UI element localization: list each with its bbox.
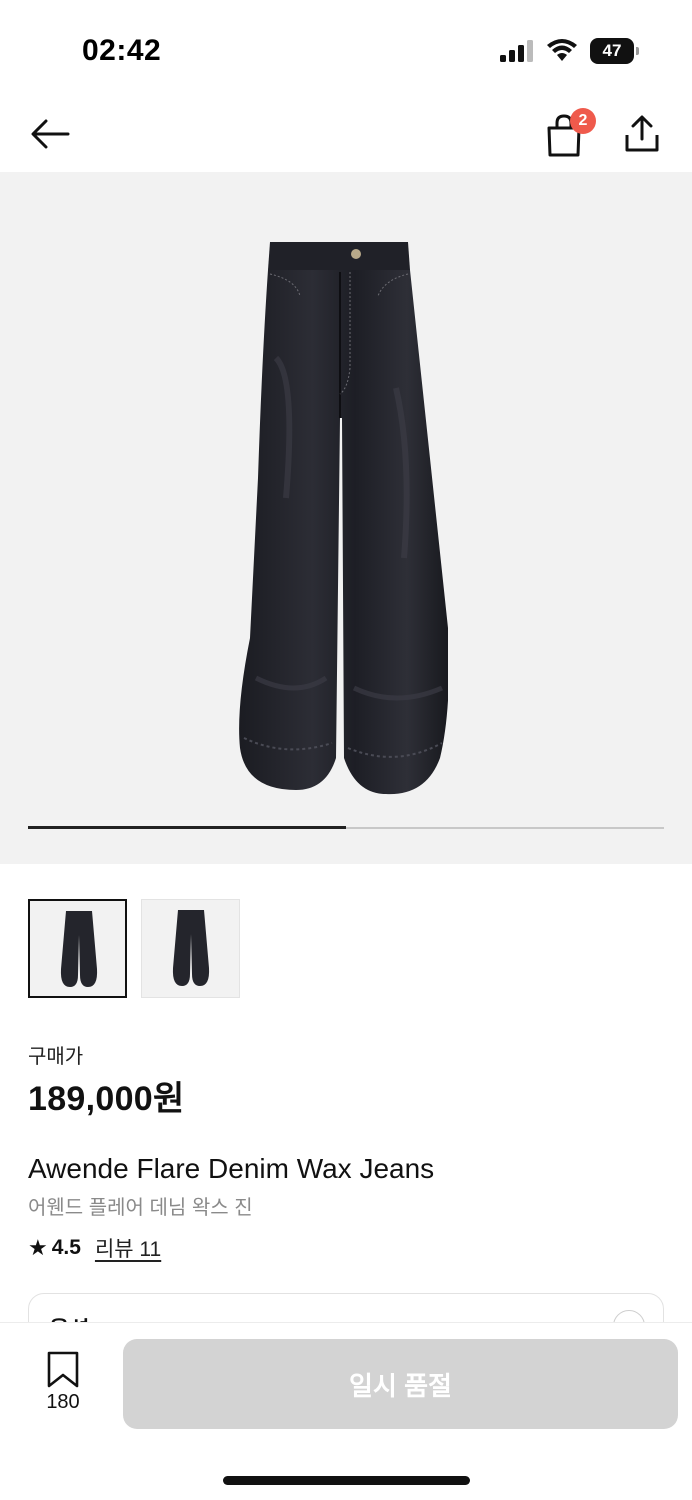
product-name: Awende Flare Denim Wax Jeans (28, 1153, 435, 1184)
battery-level: 47 (602, 41, 622, 60)
gallery-progress-track (28, 826, 664, 829)
price-label: 구매가 (28, 1046, 84, 1068)
back-button[interactable] (28, 112, 72, 156)
cart-badge: 2 (570, 108, 596, 134)
share-button[interactable] (622, 112, 662, 156)
thumbnail-2[interactable] (141, 899, 240, 998)
cart-button[interactable]: 2 (544, 108, 596, 158)
wishlist-button[interactable]: 180 (38, 1351, 88, 1414)
home-indicator (223, 1476, 470, 1485)
status-icons: 47 (500, 38, 639, 64)
share-icon (625, 115, 659, 152)
top-nav: 2 (0, 100, 692, 172)
arrow-left-icon (31, 119, 70, 149)
wishlist-count: 180 (46, 1391, 80, 1413)
sold-out-button[interactable]: 일시 품절 (123, 1339, 678, 1429)
price: 189,000원 (28, 1080, 185, 1118)
product-name-korean: 어웬드 플레어 데님 왁스 진 (28, 1197, 253, 1219)
thumbnail-image (172, 910, 210, 986)
thumbnail-list (28, 899, 240, 998)
thumbnail-1[interactable] (28, 899, 127, 998)
product-image (239, 242, 448, 795)
gallery-progress-fill (28, 826, 346, 829)
battery-icon: 47 (590, 38, 639, 64)
product-image-gallery[interactable] (0, 172, 692, 864)
bookmark-icon (47, 1351, 79, 1388)
review-link[interactable]: 리뷰 11 (95, 1233, 161, 1263)
status-time: 02:42 (82, 34, 162, 67)
wifi-icon (547, 39, 577, 61)
star-icon: ★ (28, 1235, 48, 1260)
thumbnail-image (60, 911, 98, 987)
bottom-action-bar: 180 일시 품절 (0, 1322, 692, 1500)
rating-value: 4.5 (51, 1236, 81, 1259)
cellular-signal-icon (500, 40, 533, 62)
status-bar: 02:42 47 (0, 0, 692, 100)
rating-row: ★ 4.5 리뷰 11 (28, 1233, 161, 1263)
